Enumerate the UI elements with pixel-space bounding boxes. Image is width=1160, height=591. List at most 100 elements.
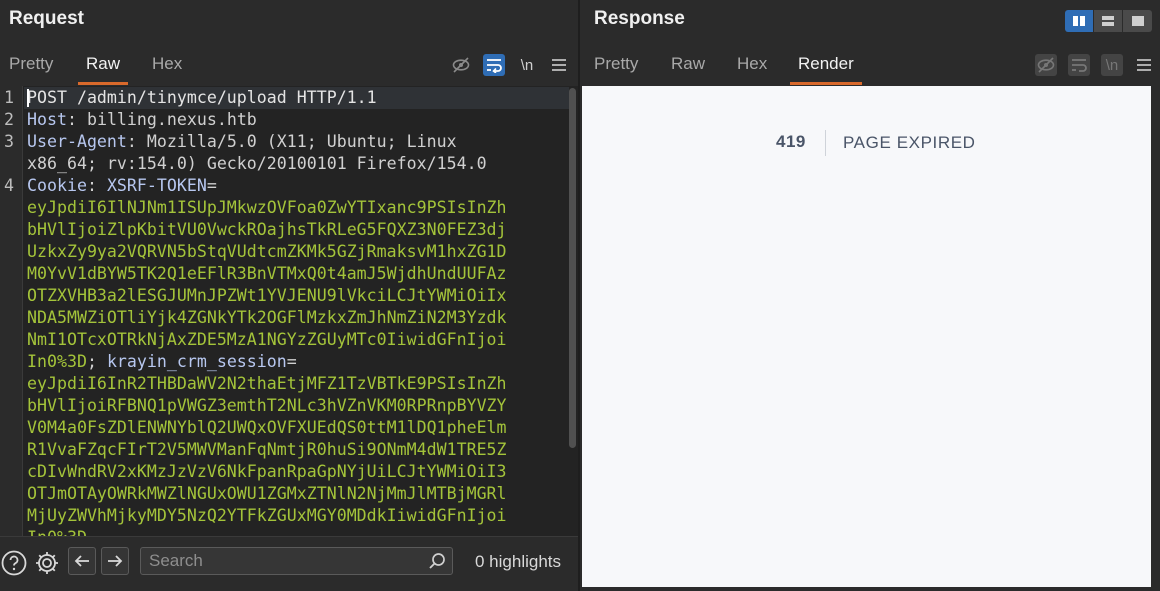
newline-label: \n bbox=[1105, 56, 1119, 74]
code-line: UzkxZy9ya2VQRVN5bStqVUdtcmZKMk5GZjRmaksv… bbox=[27, 241, 567, 263]
line-number: 2 bbox=[4, 110, 14, 129]
search-input[interactable] bbox=[141, 548, 421, 574]
code-line: Host: billing.nexus.htb bbox=[27, 109, 567, 131]
header-name: Cookie bbox=[27, 176, 87, 195]
cookie-equals: = bbox=[286, 352, 297, 371]
code-line: x86_64; rv:154.0) Gecko/20100101 Firefox… bbox=[27, 153, 567, 175]
wrap-lines-icon[interactable] bbox=[483, 54, 505, 76]
request-pane: Request Pretty Raw Hex \n 1 2 3 4 POST /… bbox=[0, 0, 578, 591]
split-horizontal-icon[interactable] bbox=[1065, 10, 1094, 32]
request-editor[interactable]: 1 2 3 4 POST /admin/tinymce/upload HTTP/… bbox=[0, 86, 578, 536]
help-icon[interactable] bbox=[0, 549, 28, 577]
cookie-value: OTJmOTAyOWRkMWZlNGUxOWU1ZGMxZTNlN2NjMmJl… bbox=[27, 484, 507, 503]
wrap-lines-icon[interactable] bbox=[1068, 54, 1090, 76]
cookie-value: OTZXVHB3a2lESGJUMnJPZWt1YVJENU9lVkciLCJt… bbox=[27, 286, 507, 305]
newline-toggle[interactable]: \n bbox=[1101, 54, 1123, 76]
tab-response-raw[interactable]: Raw bbox=[671, 44, 705, 86]
error-separator bbox=[825, 130, 826, 156]
request-tabs: Pretty Raw Hex \n bbox=[0, 44, 578, 86]
cookie-value: V0M4a0FsZDlENWNYblQ2UWQxOVFXUEdQS0ttM1lD… bbox=[27, 418, 507, 437]
menu-icon[interactable] bbox=[548, 54, 570, 76]
line-number: 3 bbox=[4, 132, 14, 151]
code-line: eyJpdiI6InR2THBDaWV2N2thaEtjMFZ1TzVBTkE9… bbox=[27, 373, 567, 395]
tab-request-pretty[interactable]: Pretty bbox=[9, 44, 53, 86]
next-match-button[interactable] bbox=[101, 547, 129, 575]
header-name: User-Agent bbox=[27, 132, 127, 151]
cookie-value: R1VvaFZqcFIrT2V5MWVManFqNmtjR0huSi9ONmM4… bbox=[27, 440, 507, 459]
cookie-separator: ; bbox=[86, 352, 107, 371]
tab-response-render[interactable]: Render bbox=[790, 44, 862, 86]
single-pane-icon[interactable] bbox=[1123, 10, 1152, 32]
header-colon: : bbox=[66, 110, 77, 129]
code-line: M0YvV1dBYW5TK2Q1eEFlR3BnVTMxQ0t4amJ5Wjdh… bbox=[27, 263, 567, 285]
tab-request-hex[interactable]: Hex bbox=[152, 44, 182, 86]
code-line: bHVlIjoiRFBNQ1pVWGZ3emthT2NLc3hVZnVKM0RP… bbox=[27, 395, 567, 417]
layout-toggle bbox=[1065, 10, 1153, 32]
newline-toggle[interactable]: \n bbox=[516, 54, 538, 76]
header-colon: : bbox=[86, 176, 107, 195]
cookie-value: UzkxZy9ya2VQRVN5bStqVUdtcmZKMk5GZjRmaksv… bbox=[27, 242, 507, 261]
highlights-count: 0 highlights bbox=[475, 552, 562, 571]
previous-match-button[interactable] bbox=[68, 547, 96, 575]
code-line: NmI1OTcxOTRkNjAxZDE5MzA1NGYzZGUyMTc0Iiwi… bbox=[27, 329, 567, 351]
eye-off-icon[interactable] bbox=[1035, 54, 1057, 76]
cookie-value: In0%3D bbox=[27, 352, 87, 371]
header-colon: : bbox=[126, 132, 137, 151]
code-line: NDA5MWZiOTliYjk4ZGNkYTk2OGFlMzkxZmJhNmZi… bbox=[27, 307, 567, 329]
tab-request-raw[interactable]: Raw bbox=[77, 44, 129, 86]
split-vertical-icon[interactable] bbox=[1094, 10, 1123, 32]
header-value: x86_64; rv:154.0) Gecko/20100101 Firefox… bbox=[27, 154, 487, 173]
code-line: bHVlIjoiZlpKbitVU0VwckROajhsTkRLeG5FQXZ3… bbox=[27, 219, 567, 241]
error-code: 419 bbox=[776, 132, 806, 151]
cookie-value: bHVlIjoiZlpKbitVU0VwckROajhsTkRLeG5FQXZ3… bbox=[27, 220, 507, 239]
cookie-name: XSRF-TOKEN bbox=[106, 176, 207, 195]
menu-icon[interactable] bbox=[1133, 54, 1155, 76]
header-value: Mozilla/5.0 (X11; Ubuntu; Linux bbox=[136, 132, 457, 151]
code-line: OTZXVHB3a2lESGJUMnJPZWt1YVJENU9lVkciLCJt… bbox=[27, 285, 567, 307]
cookie-value: M0YvV1dBYW5TK2Q1eEFlR3BnVTMxQ0t4amJ5Wjdh… bbox=[27, 264, 507, 283]
rendered-response: 419 PAGE EXPIRED bbox=[582, 86, 1151, 587]
editor-scrollbar[interactable] bbox=[569, 88, 576, 448]
response-pane: Response Pretty Raw Hex Render \n 419 PA… bbox=[580, 0, 1160, 591]
cookie-value: eyJpdiI6IlNJNm1ISUpJMkwzOVFoa0ZwYTIxanc9… bbox=[27, 198, 507, 217]
line-number: 4 bbox=[4, 176, 14, 195]
code-line: MjUyZWVhMjkyMDY5NzQ2YTFkZGUxMGY0MDdkIiwi… bbox=[27, 505, 567, 527]
cookie-value: cDIvWndRV2xKMzJzVzV6NkFpanRpaGpNYjUiLCJt… bbox=[27, 462, 507, 481]
code-line: OTJmOTAyOWRkMWZlNGUxOWU1ZGMxZTNlN2NjMmJl… bbox=[27, 483, 567, 505]
eye-off-icon[interactable] bbox=[450, 54, 472, 76]
search-box bbox=[140, 547, 453, 575]
cookie-value: eyJpdiI6InR2THBDaWV2N2thaEtjMFZ1TzVBTkE9… bbox=[27, 374, 507, 393]
cookie-value: In0%3D bbox=[27, 528, 87, 536]
response-tabs: Pretty Raw Hex Render \n bbox=[580, 44, 1160, 86]
code-line: POST /admin/tinymce/upload HTTP/1.1 bbox=[27, 87, 567, 109]
header-value: billing.nexus.htb bbox=[76, 110, 257, 129]
response-title: Response bbox=[594, 8, 685, 29]
raw-request-text[interactable]: POST /admin/tinymce/upload HTTP/1.1 Host:… bbox=[27, 87, 567, 536]
line-number: 1 bbox=[4, 88, 14, 107]
tab-response-pretty[interactable]: Pretty bbox=[594, 44, 638, 86]
code-line: User-Agent: Mozilla/5.0 (X11; Ubuntu; Li… bbox=[27, 131, 567, 153]
tab-response-hex[interactable]: Hex bbox=[737, 44, 767, 86]
request-line: POST /admin/tinymce/upload HTTP/1.1 bbox=[27, 88, 377, 107]
code-line: Cookie: XSRF-TOKEN= bbox=[27, 175, 567, 197]
code-line: In0%3D bbox=[27, 527, 567, 536]
code-line: In0%3D; krayin_crm_session= bbox=[27, 351, 567, 373]
gear-icon[interactable] bbox=[33, 549, 61, 577]
cookie-value: bHVlIjoiRFBNQ1pVWGZ3emthT2NLc3hVZnVKM0RP… bbox=[27, 396, 507, 415]
search-icon[interactable] bbox=[428, 552, 446, 575]
code-line: cDIvWndRV2xKMzJzVzV6NkFpanRpaGpNYjUiLCJt… bbox=[27, 461, 567, 483]
code-line: R1VvaFZqcFIrT2V5MWVManFqNmtjR0huSi9ONmM4… bbox=[27, 439, 567, 461]
header-name: Host bbox=[27, 110, 67, 129]
request-title: Request bbox=[9, 8, 84, 29]
cookie-value: NDA5MWZiOTliYjk4ZGNkYTk2OGFlMzkxZmJhNmZi… bbox=[27, 308, 507, 327]
line-gutter bbox=[0, 86, 23, 536]
text-cursor bbox=[27, 89, 29, 107]
code-line: eyJpdiI6IlNJNm1ISUpJMkwzOVFoa0ZwYTIxanc9… bbox=[27, 197, 567, 219]
code-line: V0M4a0FsZDlENWNYblQ2UWQxOVFXUEdQS0ttM1lD… bbox=[27, 417, 567, 439]
cookie-value: NmI1OTcxOTRkNjAxZDE5MzA1NGYzZGUyMTc0Iiwi… bbox=[27, 330, 507, 349]
cookie-equals: = bbox=[206, 176, 217, 195]
error-message: PAGE EXPIRED bbox=[843, 133, 976, 152]
newline-label: \n bbox=[520, 56, 534, 74]
cookie-value: MjUyZWVhMjkyMDY5NzQ2YTFkZGUxMGY0MDdkIiwi… bbox=[27, 506, 507, 525]
request-bottom-bar: 0 highlights bbox=[0, 536, 578, 591]
